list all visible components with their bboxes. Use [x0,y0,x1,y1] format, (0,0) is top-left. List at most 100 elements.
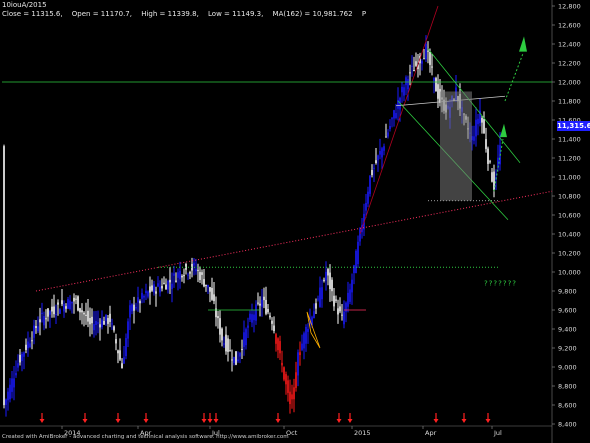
y-tick-label: 9,200 [558,345,577,353]
grey-zone [440,91,472,201]
signal-arrow-head [461,419,467,423]
chart-svg: 12,80012,60012,40012,20012,00011,80011,6… [0,0,581,443]
candle-body [37,326,39,332]
y-tick-label: 10,400 [558,231,581,239]
y-tick-label: 10,800 [558,193,581,201]
candle-body [351,279,353,293]
candle-body [101,319,103,328]
candle-body [29,343,31,348]
candle-body [41,312,43,315]
question-marks: ??????? [484,279,517,287]
candle-body [23,352,25,357]
candle-body [321,287,323,300]
candle-body [485,139,487,149]
candle-body [359,228,361,242]
candle-body [233,356,235,363]
candle-body [489,161,491,163]
candle-body [65,306,67,309]
candle-body [413,69,415,72]
candle-body [95,320,97,325]
candle-body [357,241,359,265]
candle-body [49,311,51,315]
candle-body [299,352,301,356]
candle-body [57,302,59,305]
candle-body [153,284,155,293]
candle-body [403,87,405,96]
candle-body [167,280,169,290]
candle-body [15,373,17,376]
candle-body [237,359,239,362]
candle-body [115,339,117,344]
candle-body [31,340,33,342]
y-tick-label: 11,800 [558,98,581,106]
candle-body [179,270,181,280]
candle-body [85,314,87,316]
candle-body [79,308,81,313]
candle-body [431,66,433,68]
y-tick-label: 12,000 [558,79,581,87]
candle-body [283,367,285,380]
candle-body [313,311,315,319]
candle-body [335,299,337,301]
candle-body [235,351,237,365]
candle-body [423,58,425,60]
candle-body [293,387,295,400]
candle-body [75,298,77,300]
y-tick-label: 12,600 [558,22,581,30]
candle-body [393,110,395,119]
projection-arrowhead-long [519,36,527,52]
y-tick-label: 10,000 [558,269,581,277]
candle-body [323,279,325,281]
candle-body [157,283,159,287]
candle-body [61,300,63,305]
candle-body [325,271,327,281]
candle-body [143,296,145,298]
candle-body [59,309,61,314]
chart: 10iouA/2015 Close = 11315.6, Open = 1117… [0,0,590,443]
candle-body [401,86,403,93]
y-tick-label: 8,800 [558,383,577,391]
y-tick-label: 11,400 [558,136,581,144]
candle-body [155,291,157,294]
candle-body [193,262,195,266]
candle-body [217,316,219,319]
candle-body [35,326,37,329]
candle-body [117,350,119,354]
candle-body [411,65,413,67]
candle-body [377,155,379,161]
candle-body [189,272,191,274]
candle-body [267,308,269,313]
candle-body [289,391,291,405]
candle-body [223,343,225,345]
candle-body [327,269,329,276]
candle-body [407,79,409,90]
y-tick-label: 9,400 [558,326,577,334]
candle-body [105,314,107,321]
candle-body [39,319,41,323]
candle-body [125,338,127,357]
candle-body [21,353,23,361]
steep-red-trendline [359,5,439,235]
candle-body [261,299,263,307]
candle-body [161,285,163,289]
candle-body [473,136,475,141]
candle-body [203,279,205,287]
candle-body [129,305,131,318]
candle-body [199,272,201,281]
candle-body [69,300,71,310]
candle-body [25,344,27,350]
candle-body [255,304,257,321]
candle-body [19,354,21,363]
candle-body [99,324,101,328]
candle-body [81,310,83,313]
candle-body [135,307,137,309]
y-tick-label: 10,200 [558,250,581,258]
candle-body [243,332,245,347]
candle-body [241,349,243,351]
candle-body [141,292,143,299]
y-tick-label: 9,600 [558,307,577,315]
candle-body [33,325,35,338]
candle-body [7,391,9,401]
candle-body [187,274,189,276]
candle-body [165,284,167,290]
